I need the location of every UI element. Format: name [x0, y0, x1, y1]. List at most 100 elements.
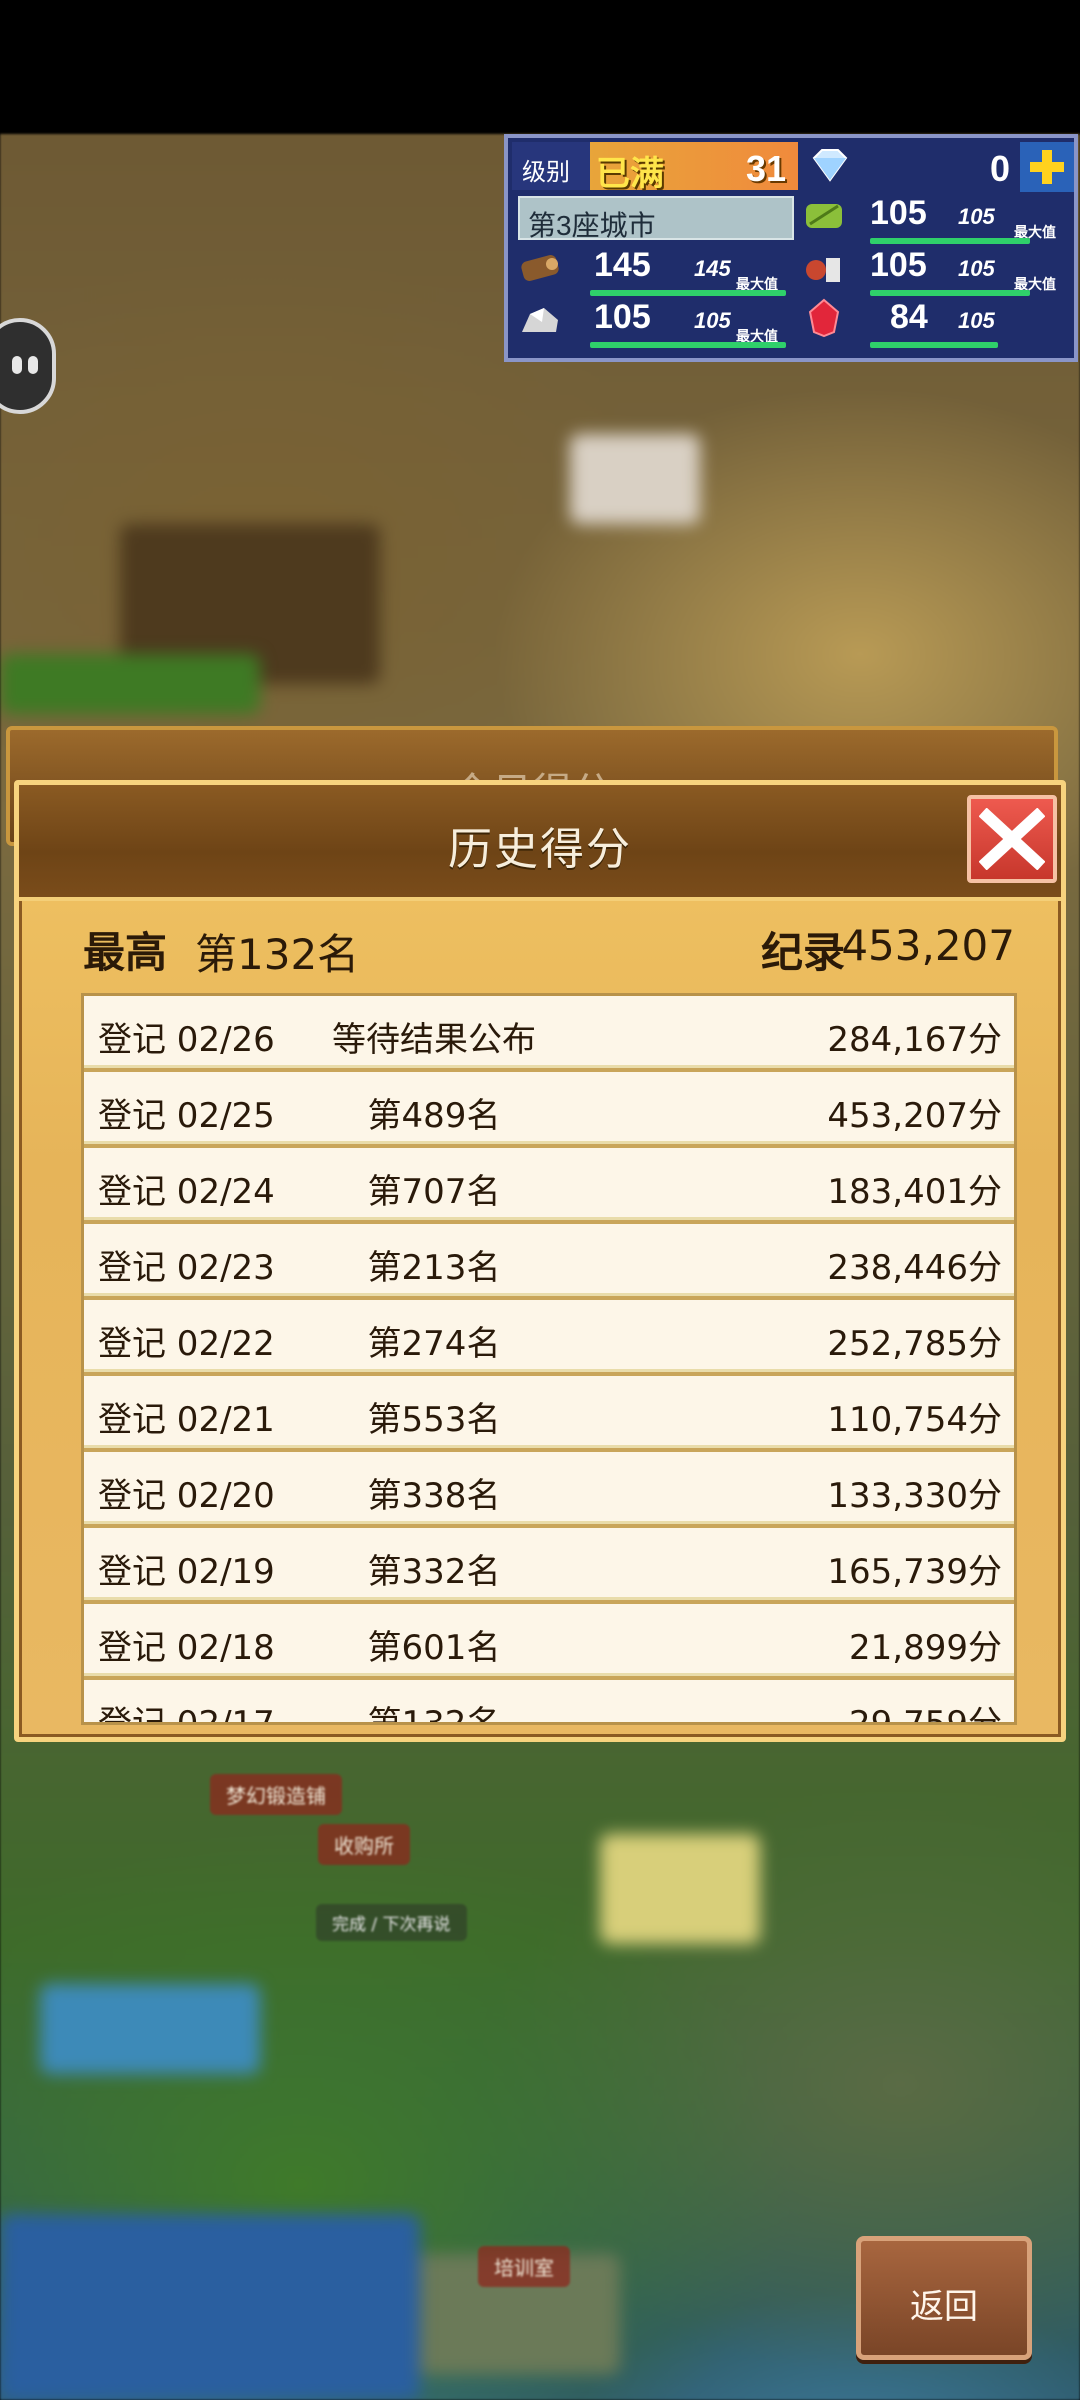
wood-log-icon	[521, 255, 559, 281]
resource-bar	[870, 238, 1030, 244]
resource-bar	[590, 290, 786, 296]
list-item: 登记 02/25 第489名 453,207分	[84, 1072, 1014, 1144]
row-date: 登记 02/24	[98, 1172, 275, 1212]
world-label-training[interactable]: 培训室	[478, 2246, 570, 2287]
level-value: 31	[745, 148, 786, 189]
row-rank: 第338名	[367, 1476, 501, 1516]
resource-max: 145	[694, 256, 731, 281]
add-gems-button[interactable]	[1020, 142, 1074, 192]
side-chat-bubble[interactable]	[0, 318, 56, 414]
list-item: 登记 02/19 第332名 165,739分	[84, 1528, 1014, 1600]
gems-value: 0	[989, 148, 1010, 189]
list-item: 登记 02/21 第553名 110,754分	[84, 1376, 1014, 1448]
level-cell: 已满 31	[590, 142, 798, 193]
row-rank: 等待结果公布	[332, 1020, 536, 1060]
row-rank: 第553名	[367, 1400, 501, 1440]
plus-icon	[1030, 150, 1064, 184]
close-icon	[979, 808, 1045, 870]
city-cell: 第3座城市	[518, 196, 794, 241]
best-label: 最高	[83, 928, 168, 977]
row-date: 登记 02/19	[98, 1552, 275, 1592]
row-rank: 第213名	[367, 1248, 501, 1288]
world-label-forge[interactable]: 梦幻锻造铺	[210, 1774, 342, 1815]
world-label-status: 完成 / 下次再说	[316, 1904, 467, 1941]
dialog-header: 历史得分	[19, 785, 1061, 901]
level-max-badge: 已满	[596, 155, 664, 193]
resource-value: 105	[870, 246, 927, 284]
row-date: 登记 02/25	[98, 1096, 275, 1136]
city-label: 第3座城市	[528, 210, 656, 241]
close-button[interactable]	[967, 795, 1057, 883]
resource-bar	[590, 342, 786, 348]
row-rank: 第489名	[367, 1096, 501, 1136]
list-item: 登记 02/20 第338名 133,330分	[84, 1452, 1014, 1524]
row-score: 110,754分	[827, 1400, 1002, 1440]
row-rank: 第274名	[367, 1324, 501, 1364]
list-item: 登记 02/22 第274名 252,785分	[84, 1300, 1014, 1372]
row-score: 165,739分	[827, 1552, 1002, 1592]
resource-value: 84	[890, 298, 928, 336]
row-date: 登记 02/17	[98, 1704, 275, 1725]
resource-bar	[870, 290, 1030, 296]
resource-bar	[870, 342, 998, 348]
row-score: 252,785分	[827, 1324, 1002, 1364]
row-date: 登记 02/26	[98, 1020, 275, 1060]
row-rank: 第332名	[367, 1552, 501, 1592]
bubble-eye-icon	[28, 356, 38, 374]
tree-sprite	[0, 654, 260, 714]
gem-icon-cell	[802, 142, 856, 190]
return-button-label: 返回	[910, 2287, 978, 2327]
row-score: 21,899分	[849, 1628, 1002, 1668]
list-item: 登记 02/18 第601名 21,899分	[84, 1604, 1014, 1676]
row-date: 登记 02/23	[98, 1248, 275, 1288]
resource-value: 105	[870, 194, 927, 232]
row-rank: 第601名	[367, 1628, 501, 1668]
row-score: 453,207分	[827, 1096, 1002, 1136]
water-sprite	[40, 1984, 260, 2074]
list-item: 登记 02/17 第132名 29,759分	[84, 1680, 1014, 1725]
list-item: 登记 02/24 第707名 183,401分	[84, 1148, 1014, 1220]
row-rank: 第132名	[367, 1704, 501, 1725]
row-date: 登记 02/20	[98, 1476, 275, 1516]
row-score: 284,167分	[827, 1020, 1002, 1060]
resource-max: 105	[694, 308, 731, 333]
row-rank: 第707名	[367, 1172, 501, 1212]
water-sprite	[0, 2214, 420, 2400]
status-bar	[0, 0, 1080, 134]
row-score: 29,759分	[849, 1704, 1002, 1725]
resource-max: 105	[958, 308, 995, 333]
world-label-shop[interactable]: 收购所	[318, 1824, 410, 1865]
ore-icon	[522, 308, 558, 332]
building-sprite	[570, 434, 700, 524]
row-score: 238,446分	[827, 1248, 1002, 1288]
row-date: 登记 02/18	[98, 1628, 275, 1668]
row-date: 登记 02/22	[98, 1324, 275, 1364]
score-summary: 最高 第132名 纪录 453,207	[83, 913, 1015, 979]
row-score: 183,401分	[827, 1172, 1002, 1212]
bubble-eye-icon	[12, 356, 22, 374]
resource-max: 105	[958, 204, 995, 229]
level-label: 级别	[522, 159, 570, 186]
dialog-title: 历史得分	[448, 824, 632, 875]
resource-hud: 级别 已满 31 0 第3座城市 105 105 最大值 145 145 最大值	[504, 134, 1078, 362]
diamond-icon	[812, 149, 848, 182]
row-date: 登记 02/21	[98, 1400, 275, 1440]
gems-cell: 0	[858, 142, 1018, 190]
history-score-dialog: 历史得分 最高 第132名 纪录 453,207 登记 02/26 等待结果公布…	[14, 780, 1066, 1742]
food-icon	[806, 258, 840, 282]
resource-value: 105	[594, 298, 651, 336]
row-score: 133,330分	[827, 1476, 1002, 1516]
record-value: 453,207	[841, 921, 1015, 970]
score-history-list[interactable]: 登记 02/26 等待结果公布 284,167分 登记 02/25 第489名 …	[81, 993, 1017, 1725]
level-label-cell: 级别	[512, 142, 590, 190]
leaf-icon	[806, 204, 842, 228]
resource-max: 105	[958, 256, 995, 281]
building-sprite	[600, 1834, 760, 1944]
list-item: 登记 02/26 等待结果公布 284,167分	[84, 996, 1014, 1068]
return-button[interactable]: 返回	[856, 2236, 1032, 2360]
list-item: 登记 02/23 第213名 238,446分	[84, 1224, 1014, 1296]
record-label: 纪录	[760, 928, 845, 977]
ruby-icon	[808, 298, 840, 338]
resource-value: 145	[594, 246, 651, 284]
best-rank: 第132名	[195, 930, 360, 979]
